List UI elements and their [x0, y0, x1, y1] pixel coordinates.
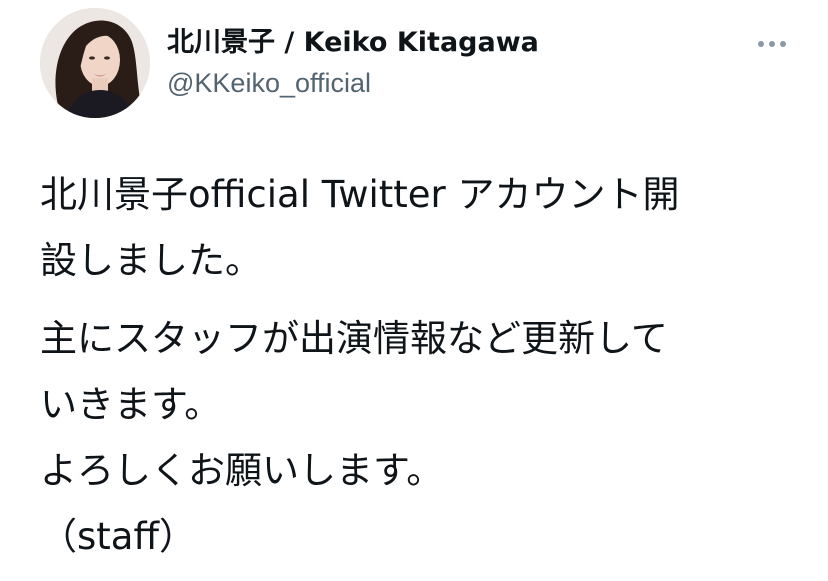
tweet-line: 主にスタッフが出演情報など更新して — [40, 317, 668, 360]
profile-photo-icon — [40, 8, 150, 118]
tweet-line: 北川景子official Twitter アカウント開 — [40, 173, 680, 216]
tweet-line: （staff） — [40, 515, 196, 558]
avatar[interactable] — [40, 8, 150, 118]
more-horizontal-icon — [758, 41, 786, 47]
tweet-paragraph: 北川景子official Twitter アカウント開 設しました。 — [40, 162, 800, 294]
tweet-card: 北川景子 / Keiko Kitagawa @KKeiko_official 北… — [0, 0, 828, 581]
tweet-header: 北川景子 / Keiko Kitagawa @KKeiko_official — [40, 8, 800, 120]
tweet-text: 北川景子official Twitter アカウント開 設しました。 主にスタッ… — [40, 162, 800, 570]
tweet-paragraph: 主にスタッフが出演情報など更新して いきます。 よろしくお願いします。 （sta… — [40, 306, 800, 570]
tweet-line: よろしくお願いします。 — [40, 449, 444, 492]
user-handle[interactable]: @KKeiko_official — [167, 66, 539, 100]
display-name[interactable]: 北川景子 / Keiko Kitagawa — [167, 26, 539, 60]
tweet-line: いきます。 — [40, 383, 222, 426]
more-options-button[interactable] — [752, 32, 792, 56]
author-block: 北川景子 / Keiko Kitagawa @KKeiko_official — [167, 26, 539, 100]
tweet-line: 設しました。 — [40, 239, 262, 282]
